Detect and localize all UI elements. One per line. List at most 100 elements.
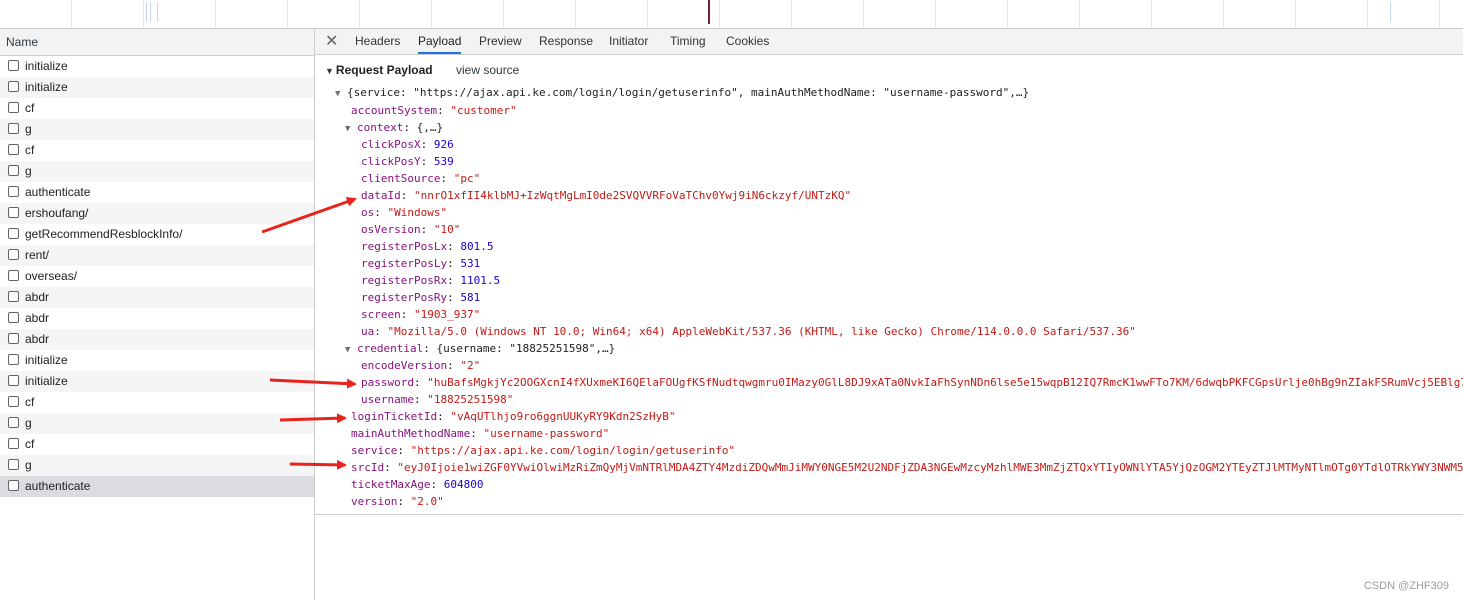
checkbox[interactable] <box>8 480 19 491</box>
request-row[interactable]: initialize <box>0 350 314 371</box>
tree-row[interactable]: encodeVersion: "2" <box>361 357 480 374</box>
request-name: abdr <box>25 311 50 325</box>
prop-value: {,…} <box>416 121 444 134</box>
timeline-gridline <box>1079 0 1080 28</box>
prop-value: 926 <box>433 138 454 151</box>
tab-headers[interactable]: Headers <box>355 29 400 54</box>
tree-row[interactable]: clickPosX: 926 <box>361 136 454 153</box>
tab-payload[interactable]: Payload <box>418 29 462 54</box>
checkbox[interactable] <box>8 228 19 239</box>
checkbox[interactable] <box>8 354 19 365</box>
tree-row[interactable]: dataId: "nnrO1xfII4klbMJ+IzWqtMgLmI0de2S… <box>361 187 851 204</box>
request-row[interactable]: initialize <box>0 56 314 77</box>
request-row[interactable]: abdr <box>0 329 314 350</box>
request-row[interactable]: g <box>0 413 314 434</box>
request-row[interactable]: abdr <box>0 308 314 329</box>
prop-key: service <box>351 444 398 457</box>
tree-row[interactable]: accountSystem: "customer" <box>351 102 517 119</box>
request-row[interactable]: cf <box>0 434 314 455</box>
checkbox[interactable] <box>8 186 19 197</box>
request-row[interactable]: g <box>0 455 314 476</box>
checkbox[interactable] <box>8 438 19 449</box>
view-source-link[interactable]: view source <box>456 63 519 77</box>
prop-key: accountSystem <box>351 104 438 117</box>
tree-row[interactable]: clickPosY: 539 <box>361 153 454 170</box>
request-row[interactable]: rent/ <box>0 245 314 266</box>
request-row[interactable]: abdr <box>0 287 314 308</box>
tab-initiator[interactable]: Initiator <box>609 29 648 54</box>
tree-root-row[interactable]: ▼ {service: "https://ajax.api.ke.com/logi… <box>335 84 1029 101</box>
tab-preview[interactable]: Preview <box>479 29 522 54</box>
tree-row[interactable]: clientSource: "pc" <box>361 170 480 187</box>
tree-row[interactable]: srcId: "eyJ0Ijoie1wiZGF0YVwiOlwiMzRiZmQy… <box>351 459 1463 476</box>
tree-row[interactable]: registerPosLy: 531 <box>361 255 480 272</box>
tree-row[interactable]: ticketMaxAge: 604800 <box>351 476 483 493</box>
tree-row[interactable]: version: "2.0" <box>351 493 444 510</box>
checkbox[interactable] <box>8 81 19 92</box>
tab-timing[interactable]: Timing <box>670 29 706 54</box>
prop-key: ua <box>361 325 375 338</box>
tree-row[interactable]: service: "https://ajax.api.ke.com/login/… <box>351 442 735 459</box>
checkbox[interactable] <box>8 207 19 218</box>
checkbox[interactable] <box>8 396 19 407</box>
close-icon[interactable]: ✕ <box>325 31 338 51</box>
request-name: cf <box>25 395 35 409</box>
tree-row[interactable]: username: "18825251598" <box>361 391 513 408</box>
prop-key: registerPosRy <box>361 291 448 304</box>
prop-value: 531 <box>460 257 481 270</box>
request-row-selected[interactable]: authenticate <box>0 476 314 497</box>
request-row[interactable]: overseas/ <box>0 266 314 287</box>
timeline-request-bar <box>157 2 158 22</box>
timeline-request-bar <box>1390 2 1391 22</box>
name-column-header[interactable]: Name <box>0 29 314 56</box>
tree-row[interactable]: osVersion: "10" <box>361 221 460 238</box>
request-row[interactable]: getRecommendResblockInfo/ <box>0 224 314 245</box>
checkbox[interactable] <box>8 102 19 113</box>
checkbox[interactable] <box>8 291 19 302</box>
request-row[interactable]: ershoufang/ <box>0 203 314 224</box>
prop-key: dataId <box>361 189 401 202</box>
request-row[interactable]: cf <box>0 392 314 413</box>
caret-down-icon: ▼ <box>345 345 351 355</box>
request-row[interactable]: g <box>0 161 314 182</box>
tab-cookies[interactable]: Cookies <box>726 29 769 54</box>
tab-response[interactable]: Response <box>539 29 593 54</box>
checkbox[interactable] <box>8 249 19 260</box>
tree-row[interactable]: screen: "1903_937" <box>361 306 480 323</box>
checkbox[interactable] <box>8 144 19 155</box>
request-row[interactable]: initialize <box>0 371 314 392</box>
request-payload-section-toggle[interactable]: ▼ Request Payload <box>325 63 433 77</box>
timeline-gridline <box>287 0 288 28</box>
request-row[interactable]: authenticate <box>0 182 314 203</box>
request-row[interactable]: cf <box>0 98 314 119</box>
tree-row[interactable]: registerPosLx: 801.5 <box>361 238 493 255</box>
tree-row[interactable]: os: "Windows" <box>361 204 447 221</box>
checkbox[interactable] <box>8 165 19 176</box>
tree-row[interactable]: ua: "Mozilla/5.0 (Windows NT 10.0; Win64… <box>361 323 1136 340</box>
tree-row-credential[interactable]: ▼ credential: {username: "18825251598",…} <box>345 340 615 357</box>
tree-row[interactable]: registerPosRy: 581 <box>361 289 480 306</box>
checkbox[interactable] <box>8 270 19 281</box>
prop-key: registerPosLx <box>361 240 448 253</box>
network-timeline-overview[interactable] <box>0 0 1463 29</box>
checkbox[interactable] <box>8 375 19 386</box>
tree-row[interactable]: mainAuthMethodName: "username-password" <box>351 425 609 442</box>
checkbox[interactable] <box>8 123 19 134</box>
request-row[interactable]: cf <box>0 140 314 161</box>
checkbox[interactable] <box>8 333 19 344</box>
request-row[interactable]: g <box>0 119 314 140</box>
checkbox[interactable] <box>8 459 19 470</box>
request-name: cf <box>25 143 35 157</box>
prop-key: version <box>351 495 398 508</box>
timeline-gridline <box>1151 0 1152 28</box>
request-row[interactable]: initialize <box>0 77 314 98</box>
checkbox[interactable] <box>8 312 19 323</box>
tree-row[interactable]: loginTicketId: "vAqUTlhjo9ro6ggnUUKyRY9K… <box>351 408 676 425</box>
tree-row-context[interactable]: ▼ context: {,…} <box>345 119 443 136</box>
checkbox[interactable] <box>8 417 19 428</box>
tree-row[interactable]: password: "huBafsMgkjYc2OOGXcnI4fXUxmeKI… <box>361 374 1463 391</box>
checkbox[interactable] <box>8 60 19 71</box>
request-name: cf <box>25 101 35 115</box>
tree-row[interactable]: registerPosRx: 1101.5 <box>361 272 500 289</box>
timeline-cursor-marker[interactable] <box>708 0 710 24</box>
